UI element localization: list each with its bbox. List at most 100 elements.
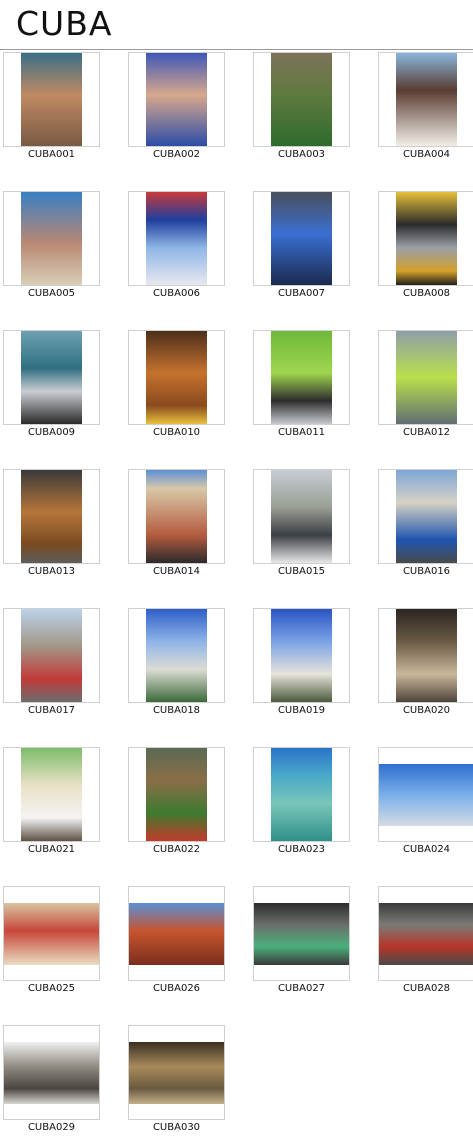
thumbnail-frame[interactable] (253, 469, 350, 564)
thumbnail-caption: CUBA001 (27, 149, 76, 160)
thumbnail-frame[interactable] (3, 747, 100, 842)
thumbnail-photo[interactable] (254, 903, 349, 965)
thumbnail-item[interactable]: CUBA025 (3, 886, 100, 995)
thumbnail-item[interactable]: CUBA011 (253, 330, 350, 439)
thumbnail-item[interactable]: CUBA005 (3, 191, 100, 300)
thumbnail-frame[interactable] (378, 747, 473, 842)
thumbnail-frame[interactable] (3, 330, 100, 425)
thumbnail-item[interactable]: CUBA006 (128, 191, 225, 300)
thumbnail-photo[interactable] (21, 53, 82, 146)
thumbnail-item[interactable]: CUBA029 (3, 1025, 100, 1134)
thumbnail-item[interactable]: CUBA019 (253, 608, 350, 717)
thumbnail-frame[interactable] (3, 608, 100, 703)
thumbnail-frame[interactable] (3, 469, 100, 564)
thumbnail-item[interactable]: CUBA030 (128, 1025, 225, 1134)
thumbnail-item[interactable]: CUBA013 (3, 469, 100, 578)
thumbnail-photo[interactable] (129, 1042, 224, 1104)
thumbnail-photo[interactable] (4, 903, 99, 965)
thumbnail-frame[interactable] (128, 330, 225, 425)
thumbnail-photo[interactable] (396, 470, 457, 563)
thumbnail-item[interactable]: CUBA016 (378, 469, 473, 578)
thumbnail-caption: CUBA009 (27, 427, 76, 438)
thumbnail-photo[interactable] (146, 609, 207, 702)
thumbnail-photo[interactable] (379, 764, 473, 826)
thumbnail-item[interactable]: CUBA010 (128, 330, 225, 439)
thumbnail-item[interactable]: CUBA020 (378, 608, 473, 717)
thumbnail-photo[interactable] (271, 748, 332, 841)
thumbnail-photo[interactable] (396, 609, 457, 702)
thumbnail-frame[interactable] (378, 191, 473, 286)
thumbnail-caption: CUBA020 (402, 705, 451, 716)
thumbnail-item[interactable]: CUBA014 (128, 469, 225, 578)
thumbnail-item[interactable]: CUBA023 (253, 747, 350, 856)
thumbnail-item[interactable]: CUBA021 (3, 747, 100, 856)
thumbnail-item[interactable]: CUBA024 (378, 747, 473, 856)
thumbnail-photo[interactable] (271, 331, 332, 424)
thumbnail-photo[interactable] (21, 331, 82, 424)
thumbnail-frame[interactable] (378, 469, 473, 564)
thumbnail-frame[interactable] (128, 747, 225, 842)
thumbnail-frame[interactable] (3, 886, 100, 981)
thumbnail-photo[interactable] (146, 470, 207, 563)
thumbnail-item[interactable]: CUBA026 (128, 886, 225, 995)
thumbnail-item[interactable]: CUBA027 (253, 886, 350, 995)
thumbnail-photo[interactable] (21, 192, 82, 285)
page-title: CUBA (16, 4, 113, 43)
thumbnail-item[interactable]: CUBA007 (253, 191, 350, 300)
thumbnail-photo[interactable] (21, 609, 82, 702)
thumbnail-photo[interactable] (396, 331, 457, 424)
thumbnail-frame[interactable] (253, 52, 350, 147)
thumbnail-frame[interactable] (378, 886, 473, 981)
thumbnail-photo[interactable] (21, 470, 82, 563)
thumbnail-photo[interactable] (271, 53, 332, 146)
thumbnail-photo[interactable] (146, 331, 207, 424)
thumbnail-frame[interactable] (378, 608, 473, 703)
thumbnail-item[interactable]: CUBA003 (253, 52, 350, 161)
thumbnail-frame[interactable] (378, 52, 473, 147)
thumbnail-item[interactable]: CUBA017 (3, 608, 100, 717)
thumbnail-photo[interactable] (129, 903, 224, 965)
thumbnail-frame[interactable] (128, 608, 225, 703)
thumbnail-frame[interactable] (128, 52, 225, 147)
thumbnail-frame[interactable] (253, 191, 350, 286)
thumbnail-caption: CUBA011 (277, 427, 326, 438)
thumbnail-item[interactable]: CUBA015 (253, 469, 350, 578)
thumbnail-photo[interactable] (146, 192, 207, 285)
thumbnail-photo[interactable] (271, 609, 332, 702)
thumbnail-frame[interactable] (128, 469, 225, 564)
thumbnail-photo[interactable] (21, 748, 82, 841)
thumbnail-item[interactable]: CUBA008 (378, 191, 473, 300)
thumbnail-photo[interactable] (4, 1042, 99, 1104)
thumbnail-frame[interactable] (3, 191, 100, 286)
thumbnail-caption: CUBA030 (152, 1122, 201, 1133)
thumbnail-frame[interactable] (253, 608, 350, 703)
thumbnail-photo[interactable] (146, 53, 207, 146)
thumbnail-frame[interactable] (253, 886, 350, 981)
thumbnail-photo[interactable] (146, 748, 207, 841)
thumbnail-item[interactable]: CUBA012 (378, 330, 473, 439)
thumbnail-photo[interactable] (379, 903, 473, 965)
thumbnail-item[interactable]: CUBA009 (3, 330, 100, 439)
thumbnail-frame[interactable] (128, 886, 225, 981)
thumbnail-item[interactable]: CUBA028 (378, 886, 473, 995)
thumbnail-frame[interactable] (253, 330, 350, 425)
thumbnail-frame[interactable] (378, 330, 473, 425)
thumbnail-photo[interactable] (271, 192, 332, 285)
thumbnail-photo[interactable] (271, 470, 332, 563)
thumbnail-caption: CUBA004 (402, 149, 451, 160)
thumbnail-caption: CUBA025 (27, 983, 76, 994)
thumbnail-photo[interactable] (396, 192, 457, 285)
thumbnail-caption: CUBA019 (277, 705, 326, 716)
thumbnail-item[interactable]: CUBA022 (128, 747, 225, 856)
thumbnail-frame[interactable] (3, 1025, 100, 1120)
thumbnail-item[interactable]: CUBA002 (128, 52, 225, 161)
thumbnail-frame[interactable] (253, 747, 350, 842)
thumbnail-photo[interactable] (396, 53, 457, 146)
thumbnail-frame[interactable] (3, 52, 100, 147)
thumbnail-caption: CUBA015 (277, 566, 326, 577)
thumbnail-item[interactable]: CUBA018 (128, 608, 225, 717)
thumbnail-item[interactable]: CUBA001 (3, 52, 100, 161)
thumbnail-frame[interactable] (128, 1025, 225, 1120)
thumbnail-item[interactable]: CUBA004 (378, 52, 473, 161)
thumbnail-frame[interactable] (128, 191, 225, 286)
